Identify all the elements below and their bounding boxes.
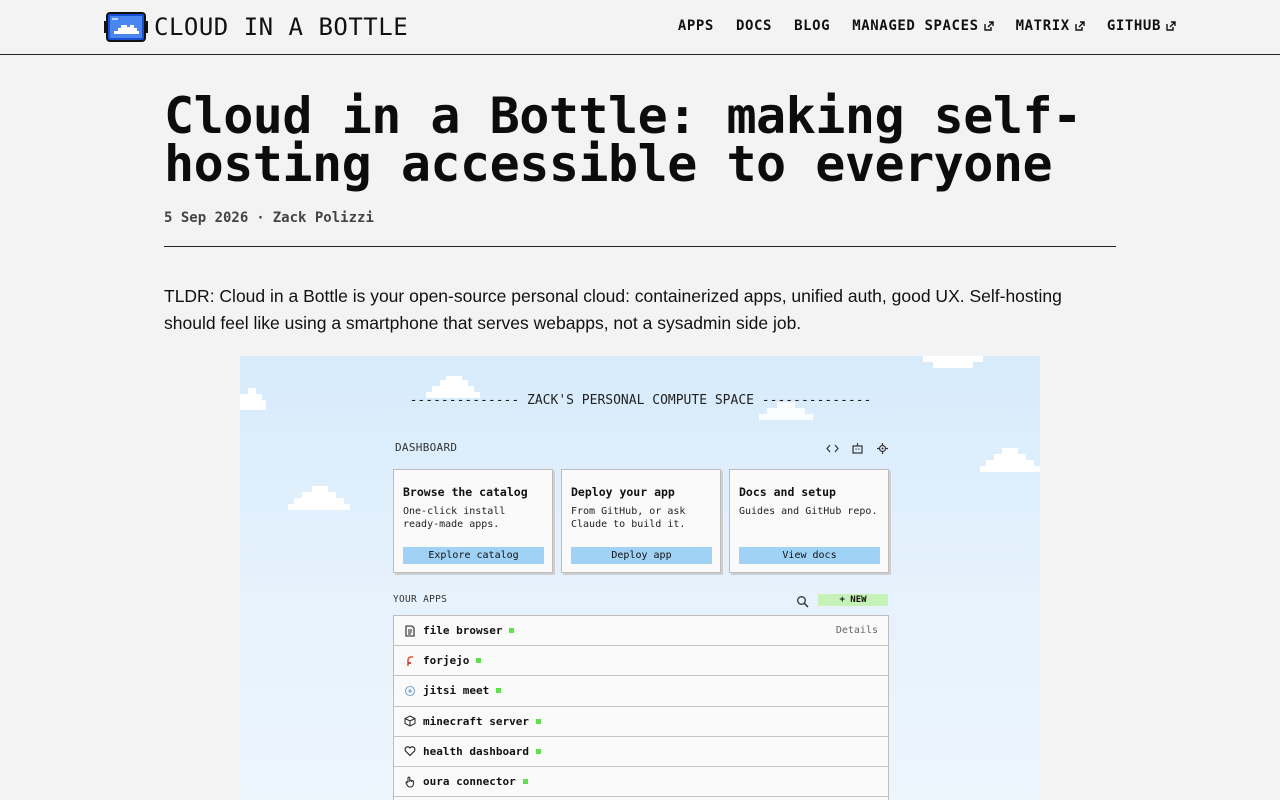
forgejo-icon: [407, 655, 413, 666]
explore-catalog-button[interactable]: Explore catalog: [403, 547, 544, 564]
article-tldr: TLDR: Cloud in a Bottle is your open-sou…: [164, 286, 1062, 333]
status-running-dot: [535, 718, 541, 724]
external-link-icon: [1166, 21, 1176, 31]
nav-github[interactable]: GITHUB: [1107, 18, 1176, 34]
app-row-oura-connector[interactable]: oura connector: [394, 767, 888, 798]
view-docs-button[interactable]: View docs: [739, 547, 880, 564]
article-author: Zack Polizzi: [272, 210, 374, 226]
cloud-decoration: [923, 356, 983, 368]
heart-icon: [404, 746, 416, 757]
blog-article: Cloud in a Bottle: making self-hosting a…: [164, 87, 1116, 337]
nav-matrix-label: MATRIX: [1015, 18, 1070, 34]
compute-space-title: -------------- ZACK'S PERSONAL COMPUTE S…: [409, 393, 872, 408]
details-link[interactable]: Details: [836, 625, 878, 636]
cloud-decoration: [980, 448, 1040, 472]
article-date: 5 Sep 2026: [164, 210, 249, 226]
external-link-icon: [983, 21, 994, 31]
code-icon[interactable]: [826, 440, 839, 453]
app-name: forjejo: [423, 654, 470, 668]
nav-github-label: GITHUB: [1106, 18, 1161, 34]
app-name: jitsi meet: [423, 684, 490, 698]
brand-link[interactable]: CLOUD IN A BOTTLE: [104, 11, 408, 43]
bottle-cloud-logo-icon: [104, 12, 148, 42]
divider: [164, 246, 1116, 247]
card-description: One-click install ready-made apps.: [403, 506, 506, 530]
nav-managed-spaces-label: MANAGED SPACES: [852, 18, 979, 34]
app-name: health dashboard: [423, 744, 529, 758]
card-title: Browse the catalog: [403, 485, 528, 499]
app-name: file browser: [423, 624, 503, 638]
deploy-app-button[interactable]: Deploy app: [571, 547, 712, 564]
nav-docs-label: DOCS: [735, 18, 773, 34]
card-title: Docs and setup: [739, 485, 836, 499]
card-browse-catalog: Browse the catalog One-click install rea…: [393, 469, 553, 573]
main-nav: APPS DOCS BLOG MANAGED SPACES MATRIX GIT…: [678, 18, 1176, 34]
external-link-icon: [1075, 21, 1085, 31]
file-icon: [405, 625, 415, 637]
new-app-button[interactable]: + NEW: [818, 594, 888, 606]
jitsi-icon: [404, 685, 416, 697]
apps-list: file browser Details forjejo jitsi meet …: [393, 615, 889, 800]
search-icon[interactable]: [796, 593, 809, 608]
nav-blog-label: BLOG: [794, 18, 831, 34]
nav-matrix[interactable]: MATRIX: [1016, 18, 1085, 34]
status-running-dot: [522, 779, 528, 785]
card-deploy-app: Deploy your app From GitHub, or ask Clau…: [561, 469, 721, 573]
status-running-dot: [476, 658, 482, 664]
status-running-dot: [496, 688, 502, 694]
your-apps-label: YOUR APPS: [393, 594, 448, 605]
card-description: Guides and GitHub repo.: [739, 506, 878, 517]
card-docs-setup: Docs and setup Guides and GitHub repo. V…: [729, 469, 889, 573]
nav-managed-spaces[interactable]: MANAGED SPACES: [852, 18, 994, 34]
app-row-minecraft-server[interactable]: minecraft server: [394, 707, 888, 737]
brand-name: CLOUD IN A BOTTLE: [154, 13, 409, 41]
site-header: CLOUD IN A BOTTLE APPS DOCS BLOG MANAGED…: [0, 0, 1280, 55]
hand-icon: [405, 776, 414, 788]
dashboard-toolbar: [826, 440, 889, 454]
nav-apps[interactable]: APPS: [678, 18, 714, 34]
app-row-forjejo[interactable]: forjejo: [394, 646, 888, 677]
nav-docs[interactable]: DOCS: [736, 18, 772, 34]
card-description: From GitHub, or ask Claude to build it.: [571, 506, 686, 530]
card-title: Deploy your app: [571, 485, 675, 499]
status-running-dot: [509, 628, 515, 634]
dashboard-label: DASHBOARD: [395, 441, 458, 454]
cloud-decoration: [240, 388, 266, 410]
article-meta: 5 Sep 2026 · Zack Polizzi: [164, 210, 1116, 226]
article-title: Cloud in a Bottle: making self-hosting a…: [164, 87, 1082, 193]
app-row-file-browser[interactable]: file browser Details: [394, 616, 888, 647]
status-running-dot: [535, 748, 541, 754]
dashboard-screenshot: -------------- ZACK'S PERSONAL COMPUTE S…: [240, 356, 1040, 800]
cloud-decoration: [288, 486, 350, 510]
gear-icon[interactable]: [876, 440, 889, 454]
nav-apps-label: APPS: [677, 18, 714, 34]
nav-blog[interactable]: BLOG: [794, 18, 830, 34]
app-row-health-dashboard[interactable]: health dashboard: [394, 737, 888, 767]
app-name: oura connector: [423, 775, 516, 789]
meta-separator: ·: [256, 210, 265, 226]
robot-icon[interactable]: [851, 440, 864, 454]
cube-icon: [404, 715, 416, 727]
app-name: minecraft server: [423, 714, 529, 728]
app-row-jitsi-meet[interactable]: jitsi meet: [394, 676, 888, 707]
